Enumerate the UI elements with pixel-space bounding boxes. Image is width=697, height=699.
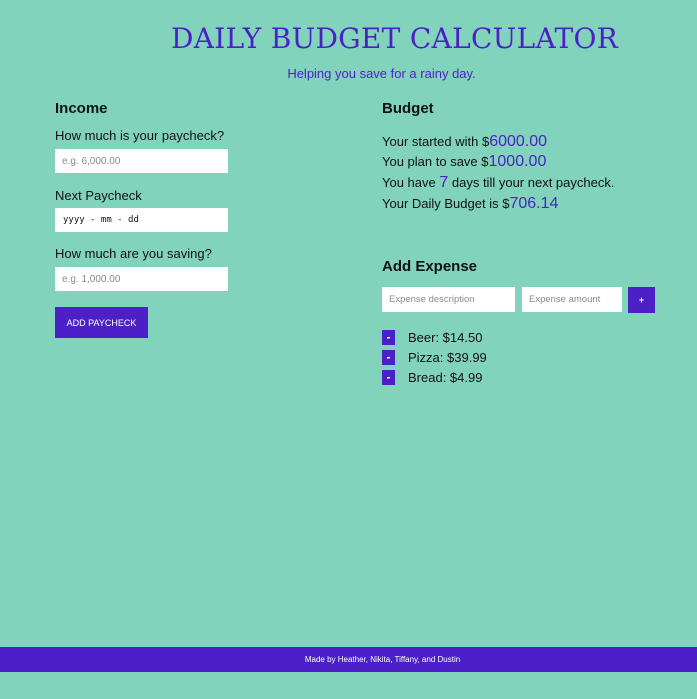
budget-heading: Budget [382,100,434,117]
remove-expense-button[interactable]: - [382,329,395,345]
expense-label: Bread: $4.99 [408,369,483,385]
expense-item: - Pizza: $39.99 [382,349,487,365]
expense-item: - Beer: $14.50 [382,329,482,345]
saving-input[interactable] [55,267,228,291]
budget-started-line: Your started with $6000.00 [382,133,547,151]
footer: Made by Heather, Nikita, Tiffany, and Du… [0,647,697,672]
page-subtitle: Helping you save for a rainy day. [287,66,476,81]
page-title: DAILY BUDGET CALCULATOR [171,22,619,55]
paycheck-label: How much is your paycheck? [55,128,225,143]
remove-expense-button[interactable]: - [382,369,395,385]
add-paycheck-button[interactable]: ADD PAYCHECK [55,307,148,338]
saving-label: How much are you saving? [55,246,212,261]
date-input-value: yyyy - mm - dd [63,215,139,225]
next-paycheck-label: Next Paycheck [55,188,142,203]
expense-label: Pizza: $39.99 [408,349,487,365]
started-value: 6000.00 [489,133,548,150]
daily-prefix: Your Daily Budget is $ [382,196,510,211]
paycheck-input[interactable] [55,149,228,173]
remove-expense-button[interactable]: - [382,349,395,365]
budget-daily-line: Your Daily Budget is $706.14 [382,195,558,213]
next-paycheck-date-input[interactable]: yyyy - mm - dd [55,208,228,232]
budget-days-line: You have 7 days till your next paycheck. [382,174,614,192]
expense-description-input[interactable] [382,287,515,312]
days-value: 7 [439,174,449,191]
started-prefix: Your started with $ [382,134,490,149]
expense-label: Beer: $14.50 [408,329,483,345]
save-prefix: You plan to save $ [382,154,489,169]
expense-item: - Bread: $4.99 [382,369,482,385]
add-expense-heading: Add Expense [382,258,478,275]
footer-credits: Made by Heather, Nikita, Tiffany, and Du… [304,655,461,664]
days-prefix: You have [382,175,440,190]
save-value: 1000.00 [488,153,547,170]
expense-amount-input[interactable] [522,287,622,312]
daily-value: 706.14 [509,195,559,212]
add-expense-button[interactable]: + [628,287,655,313]
income-heading: Income [55,100,108,117]
budget-save-line: You plan to save $1000.00 [382,153,546,171]
days-suffix: days till your next paycheck. [448,175,615,190]
